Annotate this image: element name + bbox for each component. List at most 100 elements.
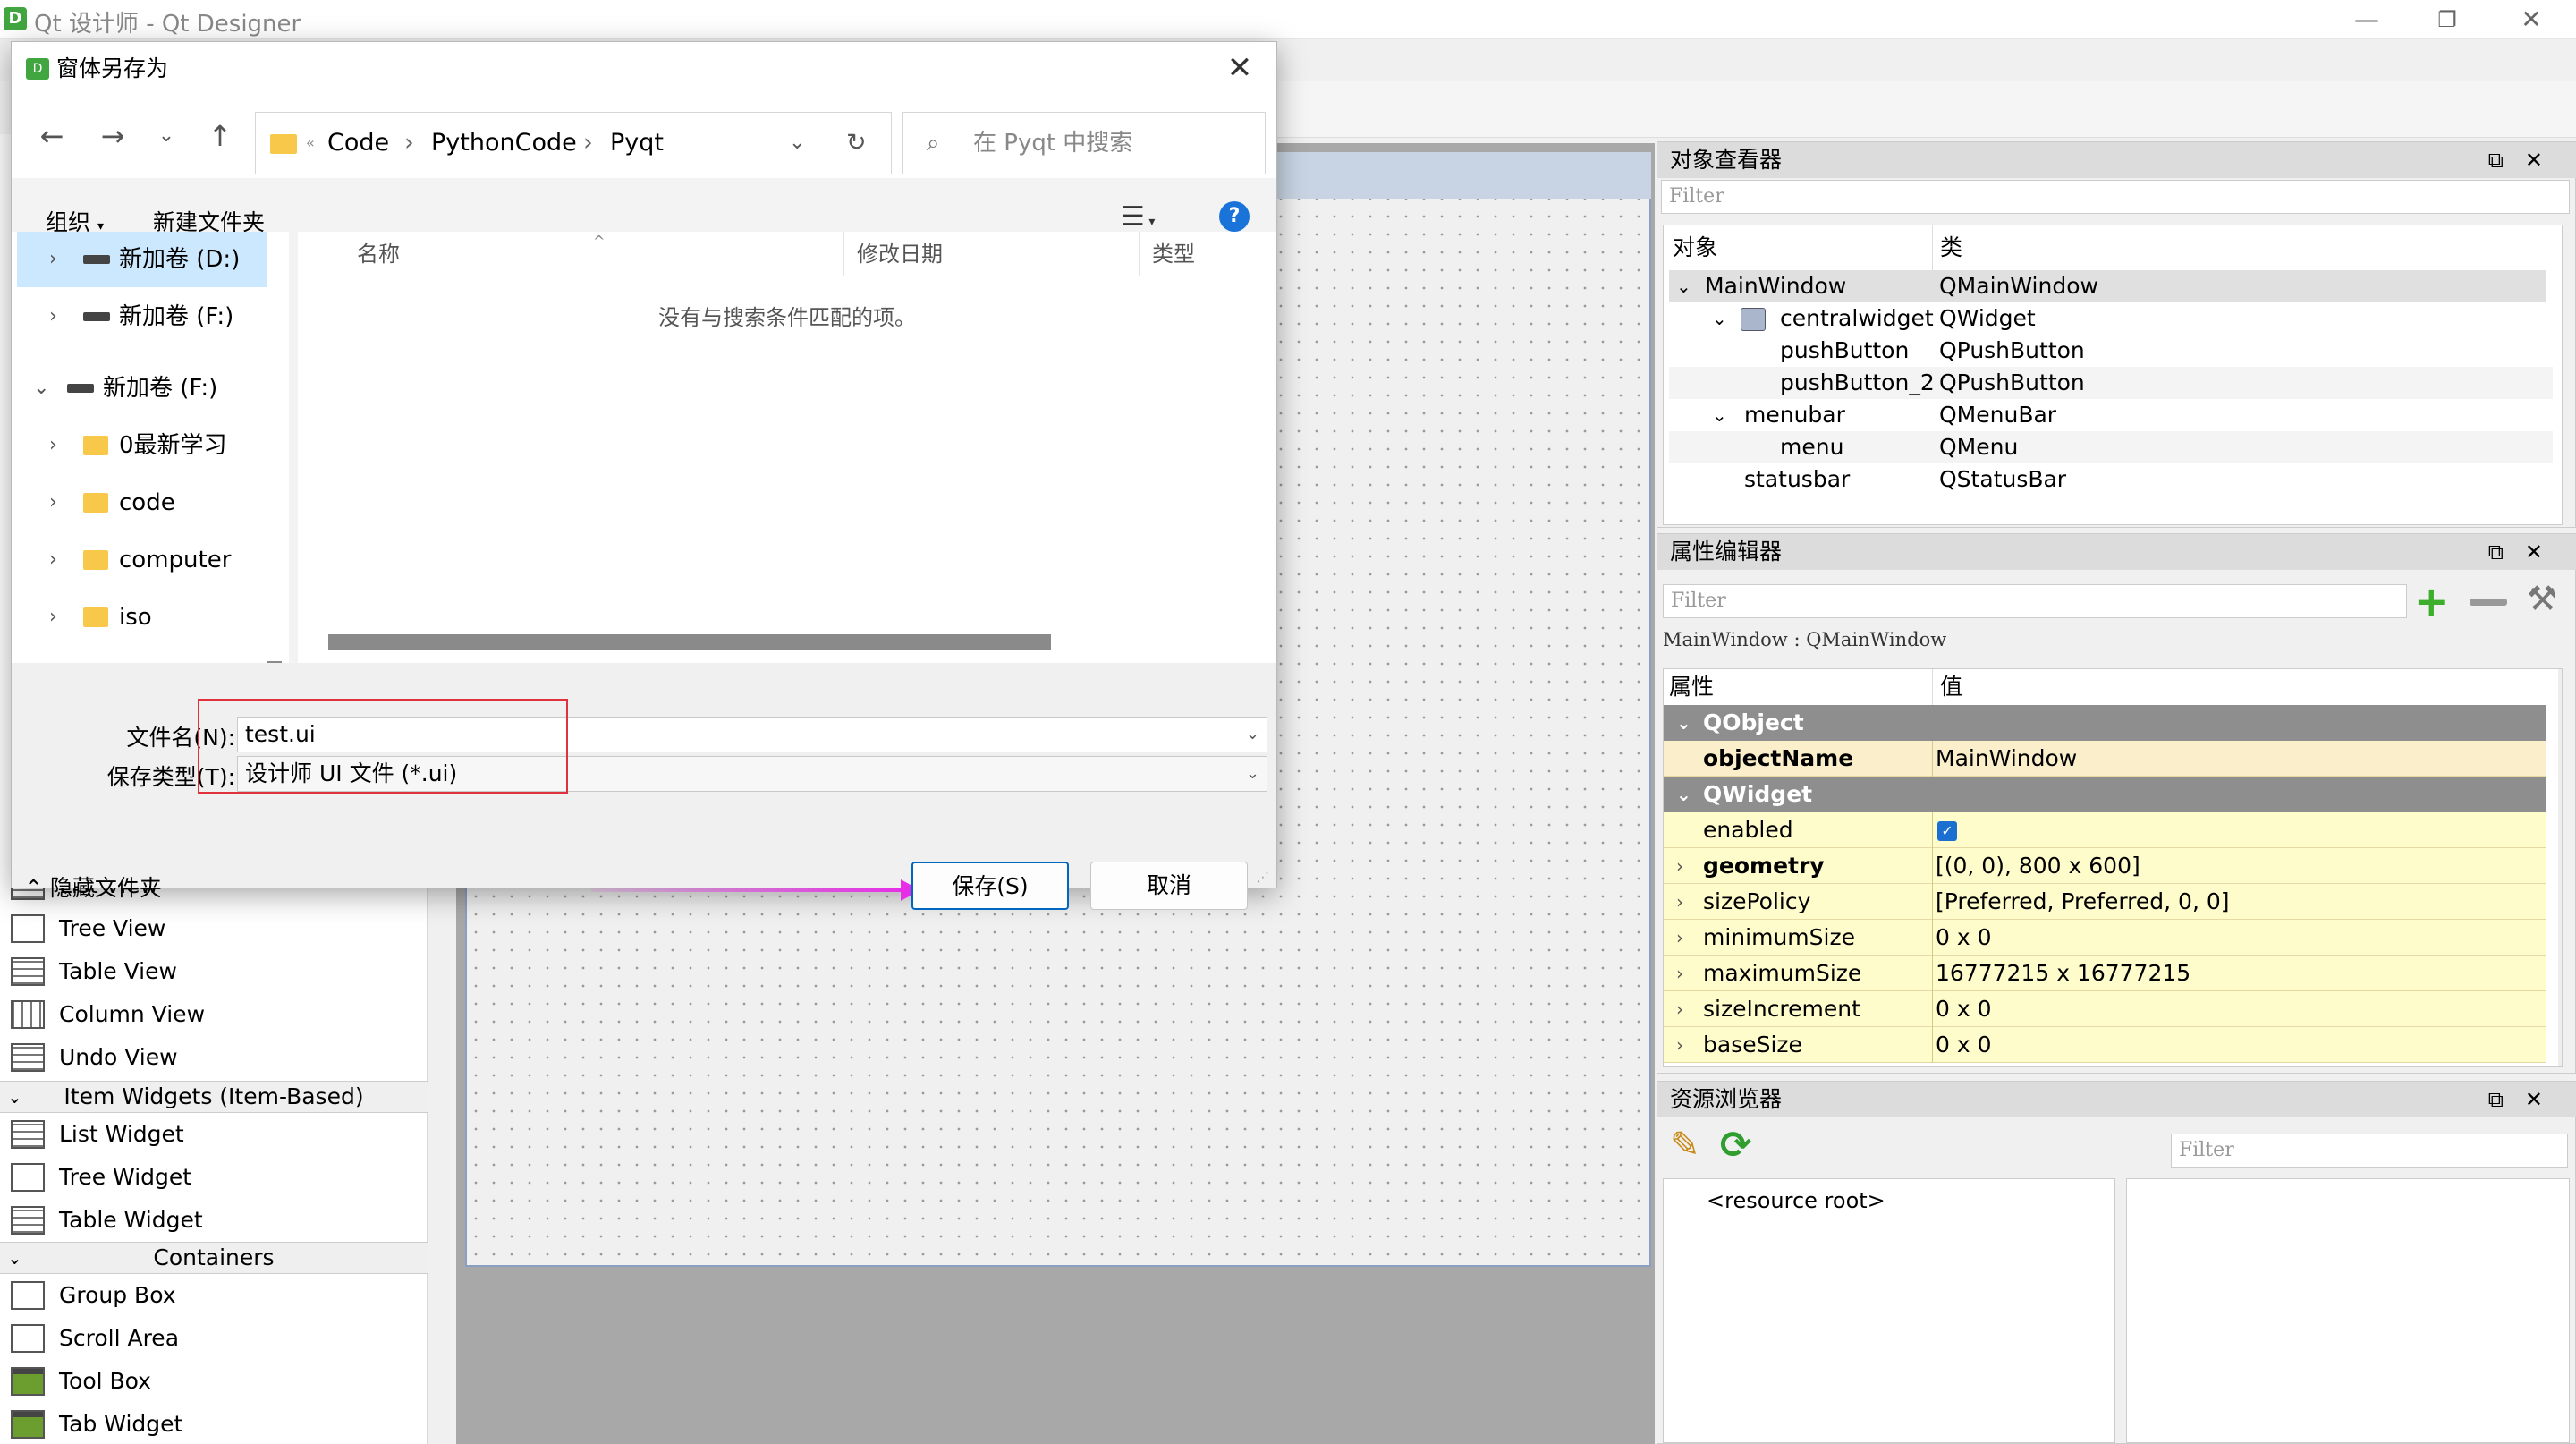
dialog-nav-bar: ← → ⌄ ↑ « Code › PythonCode › Pyqt ⌄ ↻ ⌕… — [12, 96, 1276, 178]
tree-row-mainwindow[interactable]: ⌄ MainWindow QMainWindow — [1669, 270, 2546, 302]
configure-wrench-icon[interactable]: ⚒ — [2527, 579, 2557, 618]
widget-item-column-view[interactable]: Column View — [0, 993, 428, 1036]
file-list-scrollbar[interactable] — [328, 634, 1051, 650]
nav-item-folder[interactable]: › iso — [17, 590, 276, 645]
widget-item-label: Tree View — [59, 915, 166, 941]
resource-tree: <resource root> — [1663, 1178, 2115, 1443]
category-qobject[interactable]: ⌄ QObject — [1664, 705, 2546, 741]
enabled-checkbox[interactable]: ✓ — [1937, 821, 1957, 841]
resource-filter-input[interactable]: Filter — [2171, 1134, 2568, 1168]
object-name: MainWindow — [1705, 273, 1847, 299]
resize-grip-icon[interactable]: ⋰ — [1257, 871, 1269, 885]
up-arrow-icon[interactable]: ↑ — [199, 115, 241, 157]
breadcrumb-pyqt[interactable]: Pyqt — [610, 113, 664, 174]
maximize-button[interactable]: ❐ — [2411, 0, 2483, 39]
property-row-geometry[interactable]: › geometry [(0, 0), 800 x 600] — [1664, 848, 2546, 884]
resource-root-item[interactable]: <resource root> — [1707, 1188, 1885, 1213]
refresh-icon[interactable]: ↻ — [846, 113, 867, 174]
property-row-sizeincrement[interactable]: › sizeIncrement 0 x 0 — [1664, 991, 2546, 1027]
tree-row-pushbutton-2[interactable]: pushButton_2 QPushButton — [1669, 367, 2553, 399]
property-filter-input[interactable]: Filter — [1663, 584, 2407, 618]
remove-property-icon[interactable] — [2470, 599, 2507, 606]
breadcrumb-pythoncode[interactable]: PythonCode — [431, 113, 577, 174]
widget-item-tool-box[interactable]: Tool Box — [0, 1360, 428, 1403]
chevron-down-icon: ⌄ — [7, 1247, 22, 1269]
cancel-button[interactable]: 取消 — [1090, 862, 1248, 910]
save-button[interactable]: 保存(S) — [911, 862, 1069, 910]
widget-item-tree-widget[interactable]: Tree Widget — [0, 1156, 428, 1199]
widget-item-undo-view[interactable]: Undo View — [0, 1036, 428, 1079]
property-row-maximumsize[interactable]: › maximumSize 16777215 x 16777215 — [1664, 956, 2546, 991]
widget-item-table-widget[interactable]: Table Widget — [0, 1199, 428, 1242]
tree-row-statusbar[interactable]: statusbar QStatusBar — [1669, 463, 2553, 496]
category-label: QObject — [1703, 709, 1804, 735]
reload-icon[interactable]: ⟳ — [1720, 1123, 1751, 1167]
dock-float-close-icons[interactable]: ⧉✕ — [2488, 142, 2564, 178]
property-row-minimumsize[interactable]: › minimumSize 0 x 0 — [1664, 920, 2546, 956]
property-value[interactable]: 16777215 x 16777215 — [1936, 956, 2190, 991]
nav-item-folder[interactable]: › code — [17, 475, 276, 531]
minimize-button[interactable]: — — [2331, 0, 2402, 39]
property-value[interactable]: 0 x 0 — [1936, 1027, 1992, 1063]
close-button[interactable]: ✕ — [2496, 0, 2567, 39]
breadcrumb-code[interactable]: Code — [327, 113, 389, 174]
widget-item-tab-widget[interactable]: Tab Widget — [0, 1403, 428, 1444]
nav-item-folder[interactable]: › 0最新学习 — [17, 418, 276, 473]
col-type-header[interactable]: 类型 — [1139, 232, 1195, 276]
property-row-enabled[interactable]: enabled ✓ — [1664, 812, 2546, 848]
property-value[interactable]: MainWindow — [1936, 741, 2077, 777]
object-filter-input[interactable]: Filter — [1661, 180, 2570, 214]
category-item-widgets[interactable]: ⌄ Item Widgets (Item-Based) — [0, 1081, 428, 1113]
dialog-title: 窗体另存为 — [56, 55, 169, 81]
widget-item-group-box[interactable]: Group Box — [0, 1274, 428, 1317]
property-scrollbar[interactable] — [2558, 669, 2562, 1066]
chevron-down-icon[interactable]: ⌄ — [1246, 757, 1259, 791]
help-icon[interactable]: ? — [1219, 201, 1250, 232]
forward-arrow-icon[interactable]: → — [92, 115, 133, 157]
col-name-header[interactable]: 名称 — [357, 232, 400, 276]
property-row-objectname[interactable]: objectName MainWindow — [1664, 741, 2546, 777]
object-class: QMenu — [1939, 434, 2019, 460]
file-list: 名称 ^ 修改日期 类型 没有与搜索条件匹配的项。 — [298, 232, 1276, 695]
property-value[interactable]: 0 x 0 — [1936, 920, 1992, 956]
hide-folders-toggle[interactable]: ⌃ 隐藏文件夹 — [24, 871, 162, 903]
tree-row-pushbutton[interactable]: pushButton QPushButton — [1669, 335, 2553, 367]
tree-row-centralwidget[interactable]: ⌄ centralwidget QWidget — [1669, 302, 2553, 335]
object-inspector-header: 对象查看器 ⧉✕ — [1657, 142, 2576, 178]
property-row-basesize[interactable]: › baseSize 0 x 0 — [1664, 1027, 2546, 1063]
dialog-close-button[interactable]: ✕ — [1217, 42, 1262, 96]
navigation-pane: › 新加卷 (D:) › 新加卷 (F:) ⌄ 新加卷 (F:) › 0最新学习 › co… — [12, 232, 289, 733]
resource-browser-header: 资源浏览器 ⧉✕ — [1657, 1082, 2576, 1117]
add-dynamic-property-icon[interactable]: + — [2414, 581, 2449, 622]
address-bar[interactable]: « Code › PythonCode › Pyqt ⌄ ↻ — [255, 112, 892, 174]
chevron-down-icon[interactable]: ⌄ — [1246, 718, 1259, 752]
widget-item-tree-view[interactable]: Tree View — [0, 907, 428, 950]
tree-row-menu[interactable]: menu QMenu — [1669, 431, 2553, 463]
dock-float-close-icons[interactable]: ⧉✕ — [2488, 534, 2564, 570]
dock-float-close-icons[interactable]: ⧉✕ — [2488, 1082, 2564, 1117]
widget-item-list-widget[interactable]: List Widget — [0, 1113, 428, 1156]
widget-item-table-view[interactable]: Table View — [0, 950, 428, 993]
category-qwidget[interactable]: ⌄ QWidget — [1664, 777, 2546, 812]
recent-locations-icon[interactable]: ⌄ — [146, 115, 187, 157]
back-arrow-icon[interactable]: ← — [31, 115, 72, 157]
address-dropdown-icon[interactable]: ⌄ — [789, 113, 805, 174]
category-containers[interactable]: ⌄ Containers — [0, 1242, 428, 1274]
nav-item-folder[interactable]: › computer — [17, 532, 276, 588]
nav-item-drive-f-expanded[interactable]: ⌄ 新加卷 (F:) — [17, 361, 276, 416]
property-row-sizepolicy[interactable]: › sizePolicy [Preferred, Preferred, 0, 0] — [1664, 884, 2546, 920]
nav-item-drive-d[interactable]: › 新加卷 (D:) — [17, 232, 267, 287]
col-date-header[interactable]: 修改日期 — [843, 232, 943, 276]
view-options-icon[interactable]: ☰ ▾ — [1121, 201, 1155, 233]
nav-item-label: 新加卷 (D:) — [119, 246, 241, 273]
property-value[interactable]: [Preferred, Preferred, 0, 0] — [1936, 884, 2230, 920]
nav-item-drive-f[interactable]: › 新加卷 (F:) — [17, 289, 276, 344]
property-value[interactable]: 0 x 0 — [1936, 991, 1992, 1027]
widget-item-label: Undo View — [59, 1044, 178, 1070]
tree-row-menubar[interactable]: ⌄ menubar QMenuBar — [1669, 399, 2553, 431]
edit-resources-pencil-icon[interactable]: ✎ — [1670, 1125, 1700, 1166]
property-context-label: MainWindow : QMainWindow — [1663, 629, 1947, 650]
widget-item-scroll-area[interactable]: Scroll Area — [0, 1317, 428, 1360]
property-value[interactable]: [(0, 0), 800 x 600] — [1936, 848, 2140, 884]
search-box[interactable]: ⌕ 在 Pyqt 中搜索 — [902, 112, 1266, 174]
